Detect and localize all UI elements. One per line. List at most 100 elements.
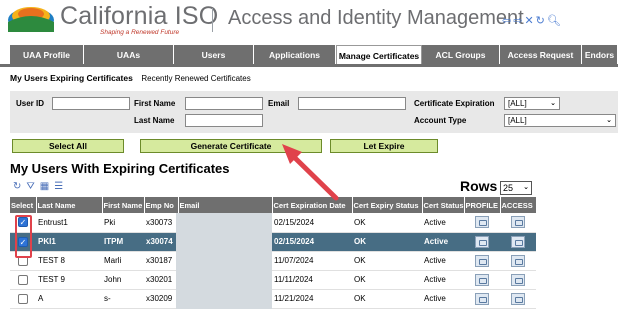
- chevron-down-icon: ⌄: [606, 117, 612, 124]
- grid-title: My Users With Expiring Certificates: [10, 161, 230, 176]
- rows-per-page-value: 25: [503, 183, 514, 193]
- filter-panel: User ID First Name Last Name Email Certi…: [10, 91, 618, 133]
- cell-cert-expiry-status: OK: [352, 232, 422, 252]
- cell-first-name: s-: [102, 289, 144, 309]
- tab-uaa-profile[interactable]: UAA Profile: [10, 45, 84, 65]
- column-header-access: ACCESS: [500, 197, 537, 213]
- tab-manage-certificates[interactable]: Manage Certificates: [336, 45, 422, 65]
- let-expire-button[interactable]: Let Expire: [330, 139, 438, 153]
- column-header-cert-expiration-date[interactable]: Cert Expiration Date: [272, 197, 353, 213]
- tab-users[interactable]: Users: [174, 45, 254, 65]
- tab-access-request[interactable]: Access Request: [500, 45, 582, 65]
- access-icon[interactable]: [511, 235, 525, 248]
- access-icon[interactable]: [511, 216, 525, 229]
- cell-cert-expiry-status: OK: [352, 289, 422, 309]
- email-input[interactable]: [298, 97, 406, 110]
- cell-cert-expiration-date: 02/15/2024: [272, 232, 352, 252]
- cell-cert-status: Active: [422, 213, 464, 233]
- access-icon[interactable]: [511, 254, 525, 267]
- tab-endorsements[interactable]: Endors: [582, 45, 618, 65]
- cell-cert-status: Active: [422, 232, 464, 252]
- main-tabs: UAA Profile UAAs Users Applications Mana…: [0, 45, 618, 65]
- table-row[interactable]: ✓ Entrust1 Pki x30073 02/15/2024 OK Acti…: [10, 213, 536, 233]
- access-icon[interactable]: [511, 292, 525, 305]
- refresh-icon[interactable]: ↻: [13, 181, 21, 192]
- table-row[interactable]: TEST 8 Marli x30187 11/07/2024 OK Active: [10, 251, 536, 271]
- rows-per-page-select[interactable]: 25 ⌄: [500, 181, 532, 195]
- tab-uaas[interactable]: UAAs: [84, 45, 174, 65]
- select-all-button[interactable]: Select All: [12, 139, 124, 153]
- cell-cert-expiry-status: OK: [352, 213, 422, 233]
- close-icon[interactable]: ✕: [524, 14, 535, 27]
- cell-emp-no: x30187: [144, 251, 178, 271]
- column-header-first-name[interactable]: First Name: [102, 197, 145, 213]
- brand-name: California ISO: [60, 2, 219, 30]
- column-header-profile: PROFILE: [464, 197, 501, 213]
- back-arrow-icon[interactable]: ⇦: [502, 14, 513, 27]
- columns-list-icon[interactable]: ☰: [54, 181, 63, 192]
- checkbox-highlight-annotation: [15, 215, 32, 258]
- table-row-selected[interactable]: ✓ PKI1 ITPM x30074 02/15/2024 OK Active: [10, 232, 536, 252]
- export-excel-icon[interactable]: ▦: [40, 181, 49, 192]
- column-header-cert-expiry-status[interactable]: Cert Expiry Status: [352, 197, 423, 213]
- rows-label: Rows: [460, 178, 498, 194]
- cell-first-name: John: [102, 270, 144, 290]
- app-title: Access and Identity Management: [228, 7, 524, 29]
- profile-icon[interactable]: [475, 273, 489, 286]
- table-row[interactable]: A s- x30209 11/21/2024 OK Active: [10, 289, 536, 309]
- cell-cert-expiration-date: 11/11/2024: [272, 270, 352, 290]
- email-label: Email: [268, 99, 290, 108]
- forward-arrow-icon[interactable]: ⇨: [513, 14, 524, 27]
- profile-icon[interactable]: [475, 292, 489, 305]
- california-iso-logo-icon: [8, 7, 54, 32]
- cell-last-name: TEST 9: [36, 270, 102, 290]
- account-type-select[interactable]: [ALL] ⌄: [504, 114, 616, 127]
- brand-tagline: Shaping a Renewed Future: [100, 29, 180, 36]
- cell-cert-expiration-date: 11/21/2024: [272, 289, 352, 309]
- refresh-icon[interactable]: ↻: [536, 14, 547, 27]
- cell-cert-expiry-status: OK: [352, 251, 422, 271]
- tab-acl-groups[interactable]: ACL Groups: [422, 45, 500, 65]
- row-select-checkbox[interactable]: [18, 274, 28, 285]
- chevron-down-icon: ⌄: [550, 100, 556, 107]
- tab-underline: [0, 64, 618, 67]
- subtab-my-users-expiring[interactable]: My Users Expiring Certificates: [10, 73, 133, 83]
- cell-cert-expiration-date: 02/15/2024: [272, 213, 352, 233]
- column-header-last-name[interactable]: Last Name: [36, 197, 103, 213]
- user-id-input[interactable]: [52, 97, 130, 110]
- row-select-checkbox[interactable]: [18, 293, 28, 304]
- column-header-cert-status[interactable]: Cert Status: [422, 197, 465, 213]
- redacted-email-block: [176, 213, 272, 309]
- cell-cert-expiry-status: OK: [352, 270, 422, 290]
- tab-applications[interactable]: Applications: [254, 45, 336, 65]
- column-header-email[interactable]: Email: [178, 197, 273, 213]
- cert-expiration-label: Certificate Expiration: [414, 99, 495, 108]
- profile-icon[interactable]: [475, 254, 489, 267]
- generate-certificate-button[interactable]: Generate Certificate: [140, 139, 322, 153]
- cell-last-name: TEST 8: [36, 251, 102, 271]
- account-type-value: [ALL]: [508, 116, 527, 125]
- access-icon[interactable]: [511, 273, 525, 286]
- table-header-row: Select Last Name First Name Emp No Email…: [10, 197, 537, 213]
- last-name-input[interactable]: [185, 114, 263, 127]
- expiring-certificates-table: Select Last Name First Name Emp No Email…: [10, 197, 537, 309]
- header-toolbar: ⇦⇨✕↻🔍︎: [502, 14, 563, 27]
- profile-icon[interactable]: [475, 216, 489, 229]
- profile-icon[interactable]: [475, 235, 489, 248]
- cert-expiration-select[interactable]: [ALL] ⌄: [504, 97, 560, 110]
- column-header-select[interactable]: Select: [10, 197, 37, 213]
- cert-expiration-value: [ALL]: [508, 99, 527, 108]
- cell-last-name: A: [36, 289, 102, 309]
- header-divider: [212, 8, 213, 32]
- cell-cert-status: Active: [422, 251, 464, 271]
- search-icon[interactable]: 🔍︎: [547, 14, 563, 27]
- column-header-emp-no[interactable]: Emp No: [144, 197, 179, 213]
- cell-last-name: Entrust1: [36, 213, 102, 233]
- subtab-recently-renewed[interactable]: Recently Renewed Certificates: [141, 74, 250, 83]
- user-id-label: User ID: [16, 99, 45, 108]
- filter-icon[interactable]: ⛛: [26, 181, 34, 192]
- app-header: California ISO Shaping a Renewed Future …: [0, 0, 618, 38]
- table-row[interactable]: TEST 9 John x30201 11/11/2024 OK Active: [10, 270, 536, 290]
- first-name-input[interactable]: [185, 97, 263, 110]
- first-name-label: First Name: [134, 99, 176, 108]
